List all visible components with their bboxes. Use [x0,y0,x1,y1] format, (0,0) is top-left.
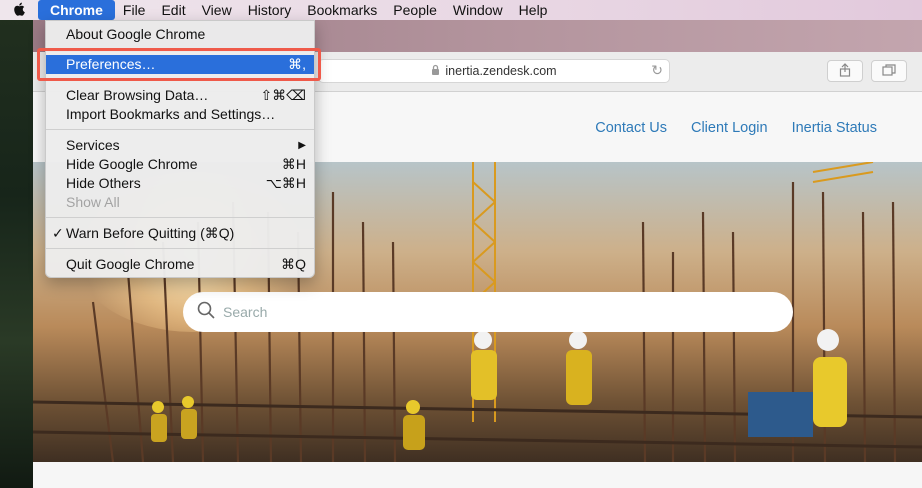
menu-separator [46,217,314,218]
menu-item-label: Warn Before Quitting (⌘Q) [66,225,235,241]
lock-icon [431,64,440,78]
menu-item-clear-browsing-data[interactable]: Clear Browsing Data… ⇧⌘⌫ [46,86,314,105]
reload-icon[interactable]: ↻ [651,62,663,79]
site-search-box[interactable] [183,292,793,332]
menu-item-shortcut: ⌥⌘H [265,175,306,191]
share-button[interactable] [827,60,863,82]
menu-chrome[interactable]: Chrome [38,0,115,20]
menu-item-label: Services [66,137,120,153]
menu-item-import-bookmarks[interactable]: Import Bookmarks and Settings… [46,105,314,124]
menu-item-hide-others[interactable]: Hide Others ⌥⌘H [46,174,314,193]
apple-logo-icon[interactable] [0,2,38,19]
menu-help[interactable]: Help [511,0,556,20]
menu-people[interactable]: People [385,0,445,20]
share-icon [839,62,851,80]
menu-item-shortcut: ⇧⌘⌫ [260,87,306,103]
checkmark-icon: ✓ [52,225,64,241]
menu-item-label: Hide Google Chrome [66,156,198,172]
nav-client-login[interactable]: Client Login [691,120,768,136]
menu-item-label: Preferences… [66,56,156,72]
menu-view[interactable]: View [194,0,240,20]
menu-item-label: About Google Chrome [66,26,206,42]
nav-contact-us[interactable]: Contact Us [595,120,667,136]
menu-history[interactable]: History [240,0,300,20]
menu-bookmarks[interactable]: Bookmarks [299,0,385,20]
menu-item-shortcut: ⌘H [281,156,306,172]
address-bar[interactable]: inertia.zendesk.com ↻ [318,59,670,83]
menu-item-quit-chrome[interactable]: Quit Google Chrome ⌘Q [46,255,314,274]
menu-item-label: Quit Google Chrome [66,256,195,272]
nav-inertia-status[interactable]: Inertia Status [792,120,877,136]
chrome-app-menu: About Google Chrome Preferences… ⌘, Clea… [45,20,315,278]
macos-menubar: Chrome File Edit View History Bookmarks … [0,0,922,20]
menu-item-about[interactable]: About Google Chrome [46,25,314,44]
page-bottom-band [33,462,922,488]
site-nav: Contact Us Client Login Inertia Status [595,120,877,136]
menu-item-show-all: Show All [46,193,314,212]
menu-separator [46,248,314,249]
menu-item-label: Clear Browsing Data… [66,87,209,103]
menu-item-shortcut: ⌘, [288,56,306,72]
menu-item-preferences[interactable]: Preferences… ⌘, [46,55,314,74]
menu-edit[interactable]: Edit [153,0,193,20]
submenu-arrow-icon: ▶ [298,140,306,151]
menu-item-label: Import Bookmarks and Settings… [66,106,276,122]
menu-item-hide-chrome[interactable]: Hide Google Chrome ⌘H [46,155,314,174]
menu-item-label: Show All [66,194,120,210]
search-input[interactable] [223,304,743,320]
menu-separator [46,129,314,130]
menu-item-shortcut: ⌘Q [281,256,306,272]
menu-item-services[interactable]: Services ▶ [46,136,314,155]
tabs-overview-button[interactable] [871,60,907,82]
menu-separator [46,48,314,49]
menu-item-warn-before-quitting[interactable]: ✓ Warn Before Quitting (⌘Q) [46,224,314,243]
search-icon [197,301,215,324]
menu-item-label: Hide Others [66,175,141,191]
url-text: inertia.zendesk.com [445,64,557,78]
menu-separator [46,79,314,80]
menu-window[interactable]: Window [445,0,511,20]
tabs-overview-icon [882,63,896,79]
menu-file[interactable]: File [115,0,154,20]
